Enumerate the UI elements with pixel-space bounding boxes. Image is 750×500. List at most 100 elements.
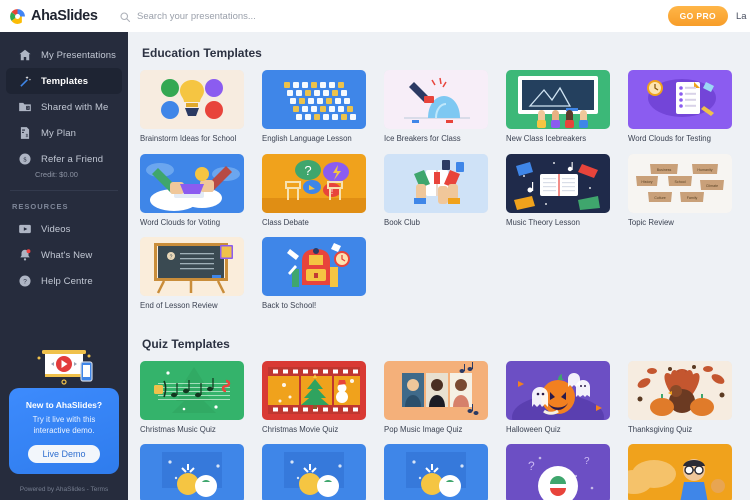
template-thumbnail[interactable] [628, 360, 732, 420]
template-thumbnail[interactable] [384, 444, 488, 500]
svg-text:$: $ [23, 157, 26, 164]
promo-card[interactable]: New to AhaSlides? Try it live with this … [9, 346, 119, 474]
svg-text:Culture: Culture [654, 196, 666, 200]
template-card-label: Thanksgiving Quiz [628, 424, 693, 434]
template-thumbnail[interactable] [140, 153, 244, 213]
sidebar-item-label: Refer a Friend [41, 153, 104, 165]
template-card[interactable]: Word Clouds for Testing [628, 70, 732, 145]
template-card-label: Word Clouds for Voting [140, 217, 221, 227]
sidebar-item-label: Shared with Me [41, 101, 109, 113]
template-thumbnail[interactable]: ? ? [506, 444, 610, 500]
sidebar-item-shared-with-me[interactable]: 3 Shared with Me [6, 94, 122, 120]
template-card[interactable]: English Language Lesson [262, 70, 366, 145]
template-thumbnail[interactable] [262, 444, 366, 500]
template-card-label: Class Debate [262, 217, 309, 227]
template-thumbnail[interactable] [384, 70, 488, 129]
template-card-label: End of Lesson Review [140, 301, 218, 311]
sidebar-item-templates[interactable]: Templates [6, 68, 122, 94]
sidebar-item-my-presentations[interactable]: My Presentations [6, 42, 122, 68]
template-card[interactable] [262, 444, 366, 500]
template-card-label: Word Clouds for Testing [628, 134, 711, 143]
top-bar-right: GO PRO La [667, 6, 750, 26]
template-thumbnail[interactable] [506, 70, 610, 129]
video-icon [18, 222, 32, 236]
template-card[interactable]: Music Theory Lesson [506, 153, 610, 229]
sidebar-item-videos[interactable]: Videos [6, 216, 122, 242]
template-thumbnail[interactable] [262, 237, 366, 297]
live-demo-button[interactable]: Live Demo [28, 445, 100, 463]
go-pro-button[interactable]: GO PRO [667, 6, 728, 26]
template-card-label: Christmas Music Quiz [140, 424, 216, 434]
template-thumbnail[interactable] [628, 444, 732, 500]
folder-shared-icon: 3 [18, 100, 32, 114]
template-thumbnail[interactable] [628, 70, 732, 129]
svg-text:?: ? [584, 456, 590, 467]
sidebar-resources-heading: RESOURCES [12, 202, 69, 211]
sidebar-item-refer-a-friend[interactable]: $ Refer a Friend [6, 146, 122, 172]
sidebar-item-my-plan[interactable]: $ My Plan [6, 120, 122, 146]
template-thumbnail[interactable] [140, 444, 244, 500]
sidebar-footer[interactable]: Powered by AhaSlides - Terms [0, 486, 128, 493]
template-thumbnail[interactable] [262, 360, 366, 420]
question-circle-icon: ? [18, 274, 32, 288]
template-thumbnail[interactable] [506, 360, 610, 420]
template-thumbnail[interactable] [384, 153, 488, 213]
home-icon [18, 48, 32, 62]
sidebar-item-label: What's New [41, 249, 93, 261]
sidebar-item-whats-new[interactable]: What's New [6, 242, 122, 268]
template-thumbnail[interactable]: ? ! [262, 153, 366, 213]
template-card[interactable]: Book Club [384, 153, 488, 229]
template-card-label: Music Theory Lesson [506, 217, 580, 227]
plan-document-icon: $ [18, 126, 32, 140]
template-card[interactable]: Brainstorm Ideas for School [140, 70, 244, 145]
template-thumbnail[interactable] [384, 360, 488, 420]
template-card[interactable]: Halloween Quiz [506, 360, 610, 436]
template-card[interactable] [628, 444, 732, 500]
sidebar-item-label: My Plan [41, 127, 77, 139]
template-card[interactable]: New Class Icebreakers [506, 70, 610, 145]
template-thumbnail[interactable]: ? [140, 237, 244, 297]
search-icon [119, 10, 131, 23]
projector-play-icon [9, 346, 119, 388]
section-title-education: Education Templates [142, 46, 262, 60]
template-thumbnail[interactable] [262, 70, 366, 129]
promo-title: New to AhaSlides? [25, 399, 103, 410]
search-box[interactable] [119, 10, 397, 23]
template-card[interactable]: Back to School! [262, 237, 366, 312]
promo-body: Try it live with this interactive demo. [32, 414, 96, 436]
template-card[interactable]: Pop Music Image Quiz [384, 360, 488, 436]
template-card[interactable]: ? ? [506, 444, 610, 500]
svg-text:School: School [675, 180, 686, 184]
sidebar-item-help-centre[interactable]: ? Help Centre [6, 268, 122, 294]
template-thumbnail[interactable] [140, 360, 244, 420]
main-content: Education Templates Brainstorm Ideas for… [128, 32, 750, 500]
template-card[interactable]: Thanksgiving Quiz [628, 360, 732, 436]
template-card[interactable]: ? ! Class Debate [262, 153, 366, 229]
template-card-label: Halloween Quiz [506, 424, 561, 434]
magic-wand-icon [18, 74, 32, 88]
svg-text:Humanity: Humanity [697, 168, 712, 172]
svg-text:?: ? [528, 459, 535, 473]
template-card[interactable]: Word Clouds for Voting [140, 153, 244, 229]
template-card[interactable]: Ice Breakers for Class [384, 70, 488, 145]
template-thumbnail[interactable] [506, 153, 610, 213]
template-thumbnail[interactable] [140, 70, 244, 129]
logo[interactable]: AhaSlides [0, 8, 119, 25]
svg-text:Family: Family [687, 196, 698, 200]
template-card[interactable] [140, 444, 244, 500]
template-card[interactable]: Christmas Music Quiz [140, 360, 244, 436]
partial-templates-row: ? ? [140, 444, 750, 500]
template-card[interactable] [384, 444, 488, 500]
template-card[interactable]: Business Humanity History School Climate Cult… [628, 153, 732, 229]
template-card-label: Back to School! [262, 301, 317, 311]
sidebar-item-label: Help Centre [41, 275, 93, 287]
template-card-label: Christmas Movie Quiz [262, 424, 339, 434]
search-input[interactable] [137, 10, 397, 22]
template-card[interactable]: Christmas Movie Quiz [262, 360, 366, 436]
template-thumbnail[interactable]: Business Humanity History School Climate Cult… [628, 153, 732, 213]
language-selector[interactable]: La [736, 11, 748, 22]
template-card-label: Brainstorm Ideas for School [140, 134, 237, 143]
svg-text:3: 3 [27, 106, 29, 110]
template-card[interactable]: ? End of Lesson Review [140, 237, 244, 312]
ahaslides-logo-icon [9, 8, 26, 25]
